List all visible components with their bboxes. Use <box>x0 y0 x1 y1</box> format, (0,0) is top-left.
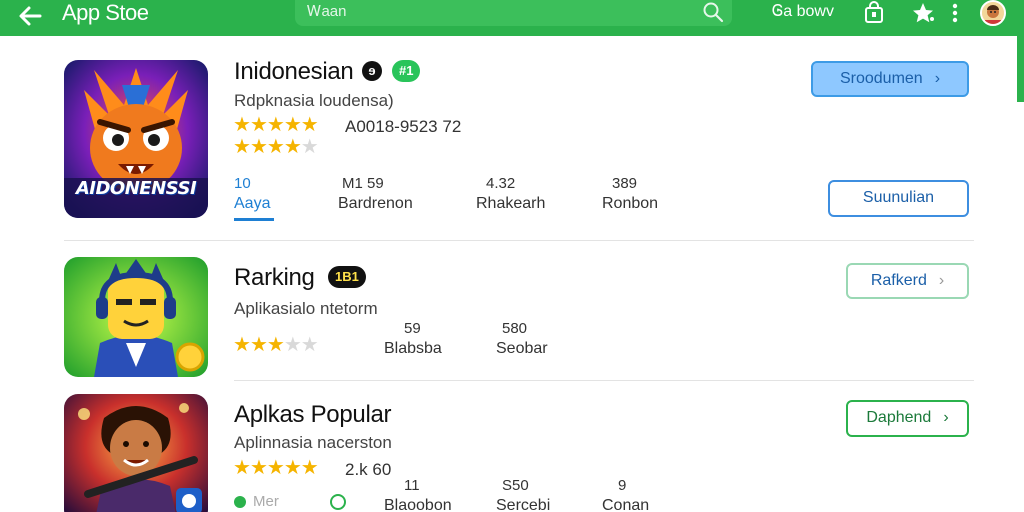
star-empty-icon: ★ <box>283 334 302 356</box>
stat-value: 11 <box>404 477 420 494</box>
item-subtitle: Aplinnasia nacerston <box>234 433 392 452</box>
stat-label: Aaya <box>234 195 271 212</box>
star-filled-icon: ★ <box>266 334 285 356</box>
stat-item: 9 Conan <box>602 477 649 512</box>
star-empty-icon: ★ <box>300 136 319 158</box>
secondary-action-button[interactable]: Suunulian <box>828 180 969 217</box>
star-filled-icon: ★ <box>283 114 302 136</box>
rank-badge: 1B1 <box>328 266 366 288</box>
search-icon[interactable] <box>702 1 724 23</box>
stat-item: 59 Blabsba <box>384 320 442 358</box>
stat-label: Ronbon <box>602 195 659 212</box>
stat-value: 4.32 <box>486 175 516 192</box>
stat-label: Blaoobon <box>384 497 452 512</box>
back-arrow-icon[interactable] <box>16 2 44 30</box>
star-filled-icon: ★ <box>300 457 319 479</box>
search-bar[interactable]: Ꮃaan <box>295 0 732 26</box>
app-icon-caption: AIDONENSSI <box>75 178 197 199</box>
top-app-bar: App Stoe Ꮃaan Ꮆa bowv <box>0 0 1024 36</box>
button-label: Rafkerd <box>870 272 927 289</box>
info-icon[interactable]: ɘ <box>362 61 382 81</box>
item-subtitle: Rdpknasia loudensa) <box>234 91 394 110</box>
scrollbar[interactable] <box>1017 36 1024 102</box>
stat-item: 389 Ronbon <box>602 175 658 213</box>
button-label: Suunulian <box>862 189 935 206</box>
top-action-label[interactable]: Ꮆa bowv <box>772 3 834 21</box>
stat-item: M1 59 Bardrenon <box>338 175 413 213</box>
avatar[interactable] <box>980 0 1006 26</box>
stat-value: 10 <box>234 175 251 192</box>
stat-item: 11 Blaoobon <box>384 477 452 512</box>
item-title: Aplkas Popular <box>234 401 392 428</box>
rating-text: A0018-9523 72 <box>345 117 462 136</box>
shopping-bag-icon[interactable] <box>862 1 886 25</box>
circle-icon <box>330 494 346 510</box>
rating-stars: ★★★★★ <box>233 334 319 356</box>
stat-item: 580 Seobar <box>496 320 548 358</box>
stat-label: Seobar <box>496 340 548 357</box>
star-filled-icon: ★ <box>249 334 268 356</box>
star-filled-icon: ★ <box>283 457 302 479</box>
stat-value: S50 <box>502 477 529 494</box>
star-filled-icon: ★ <box>266 457 285 479</box>
app-icon-indonesian[interactable]: AIDONENSSI <box>64 60 208 218</box>
rating-text: 2.k 60 <box>345 460 392 479</box>
star-filled-icon: ★ <box>300 114 319 136</box>
star-filled-icon: ★ <box>233 136 251 158</box>
stat-label: Blabsba <box>384 340 442 357</box>
rating-stars-secondary: ★★★★★ <box>233 136 319 158</box>
button-label: Daphend <box>866 409 932 426</box>
chevron-right-icon: › <box>943 409 949 426</box>
more-vert-icon[interactable] <box>948 1 962 25</box>
stat-tab-active[interactable]: 10 Aaya <box>234 175 274 221</box>
star-filled-icon: ★ <box>249 136 268 158</box>
chevron-right-icon: › <box>934 70 941 87</box>
primary-action-button[interactable]: Sroodumen › <box>811 61 969 97</box>
stat-value: 9 <box>618 477 627 494</box>
divider <box>234 380 974 381</box>
star-filled-icon: ★ <box>249 114 268 136</box>
stat-value: M1 59 <box>342 175 384 192</box>
app-icon-popular[interactable] <box>64 394 208 512</box>
search-placeholder: Ꮃaan <box>307 3 347 20</box>
star-filled-icon: ★ <box>266 136 285 158</box>
stat-value: 389 <box>612 175 638 192</box>
status-dot-icon <box>234 496 246 508</box>
rating-stars: ★★★★★ <box>233 457 319 479</box>
divider <box>64 240 974 241</box>
stat-value: 580 <box>502 320 528 337</box>
stat-label: Rhakearh <box>476 195 546 212</box>
stat-item: S50 Sercebi <box>496 477 550 512</box>
stat-item: 4.32 Rhakearh <box>476 175 545 213</box>
tab-underline <box>234 218 274 221</box>
stat-label: Bardrenon <box>338 195 413 212</box>
star-icon[interactable] <box>911 1 935 25</box>
stat-label: Conan <box>602 497 650 512</box>
item-subtitle: Aplikasialo ntetorm <box>234 299 378 318</box>
star-filled-icon: ★ <box>233 457 251 479</box>
stat-value: 59 <box>404 320 421 337</box>
action-button[interactable]: Daphend › <box>846 400 969 437</box>
app-icon-ranking[interactable] <box>64 257 208 377</box>
star-filled-icon: ★ <box>233 334 251 356</box>
star-filled-icon: ★ <box>249 457 268 479</box>
stat-label: Sercebi <box>496 497 551 512</box>
star-empty-icon: ★ <box>300 334 319 356</box>
star-filled-icon: ★ <box>266 114 285 136</box>
action-button[interactable]: Rafkerd › <box>846 263 969 299</box>
chevron-right-icon: › <box>938 272 945 289</box>
item-title: Rarking <box>234 264 315 291</box>
button-label: Sroodumen <box>839 70 923 87</box>
star-filled-icon: ★ <box>233 114 251 136</box>
small-label: Mer <box>253 493 279 510</box>
star-filled-icon: ★ <box>283 136 302 158</box>
app-title: App Stoe <box>62 0 149 25</box>
rank-badge: #1 <box>392 60 421 82</box>
item-title: Inidonesian <box>234 58 354 85</box>
rating-stars: ★★★★★ <box>233 114 319 136</box>
